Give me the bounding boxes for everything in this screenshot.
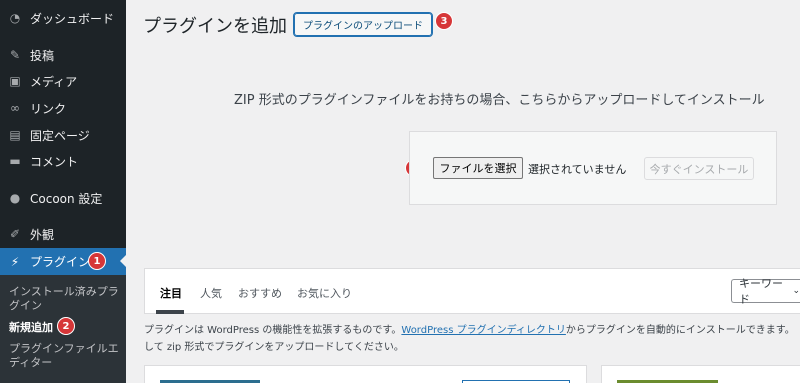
search-type-value: キーワード [739,277,783,306]
sidebar-item-label: 投稿 [30,48,55,63]
description-text: プラグインは WordPress の機能性を拡張するものです。 [144,325,402,336]
sidebar-item-comments[interactable]: ▬ コメント [0,148,126,174]
sidebar-item-label: コメント [30,154,79,169]
sidebar-item-media[interactable]: ▣ メディア [0,68,126,94]
tab-favorites[interactable]: お気に入り [297,285,352,301]
upload-plugin-button[interactable]: プラグインのアップロード [293,12,433,37]
sidebar-item-pages[interactable]: ▤ 固定ページ [0,122,126,148]
sidebar-item-label: 固定ページ [30,128,90,143]
tab-recommended[interactable]: おすすめ [238,285,282,301]
sidebar-item-plugins[interactable]: ⚡ プラグイン [0,248,126,275]
sidebar-item-label: プラグイン [30,255,91,269]
tab-popular[interactable]: 人気 [200,285,222,301]
install-now-button[interactable]: 今すぐインストール [644,157,754,180]
plugin-icon: ⚡ [10,254,20,269]
tab-active-underline [156,310,184,314]
media-icon: ▣ [9,74,21,88]
pin-icon: ✎ [9,48,21,62]
page-icon: ▤ [9,128,21,142]
choose-file-button[interactable]: ファイルを選択 [433,157,523,179]
step-badge-2: 2 [57,317,75,335]
file-status-text: 選択されていません [528,163,627,176]
step-badge-3: 3 [435,12,453,30]
sidebar-item-label: メディア [30,74,78,89]
comment-icon: ▬ [9,154,21,168]
step-badge-1: 1 [88,252,106,270]
search-type-select[interactable]: キーワード ⌄ [731,277,800,306]
link-icon: ∞ [10,101,20,115]
tab-featured[interactable]: 注目 [160,285,182,301]
submenu-installed-plugins[interactable]: インストール済みプラグイン [9,285,121,313]
active-indicator-arrow [120,255,126,267]
sidebar-item-dashboard[interactable]: ◔ ダッシュボード [0,5,126,31]
sidebar-item-label: 外観 [30,227,55,242]
circle-icon: ● [9,191,21,205]
brush-icon: ✐ [9,227,21,241]
sidebar-item-label: ダッシュボード [30,11,115,26]
description-line-2: して zip 形式でプラグインをアップロードしてください。 [144,342,404,353]
submenu-plugin-file-editor[interactable]: プラグインファイルエディター [9,342,121,370]
sidebar-item-label: Cocoon 設定 [30,191,103,206]
page-title: プラグインを追加 [143,16,287,37]
plugin-directory-description: プラグインは WordPress の機能性を拡張するものです。WordPress… [144,322,800,356]
upload-help-text: ZIP 形式のプラグインファイルをお持ちの場合、こちらからアップロードしてインス… [234,93,765,108]
sidebar-item-label: リンク [30,101,67,116]
sidebar-item-appearance[interactable]: ✐ 外観 [0,221,126,247]
sidebar-item-posts[interactable]: ✎ 投稿 [0,42,126,68]
sidebar-item-cocoon[interactable]: ● Cocoon 設定 [0,185,126,211]
sidebar-item-links[interactable]: ∞ リンク [0,95,126,121]
dashboard-icon: ◔ [9,11,21,25]
chevron-down-icon: ⌄ [792,286,800,296]
description-text-2: からプラグインを自動的にインストールできます。 [565,325,795,336]
plugin-directory-link[interactable]: WordPress プラグインディレクトリ [401,325,566,336]
